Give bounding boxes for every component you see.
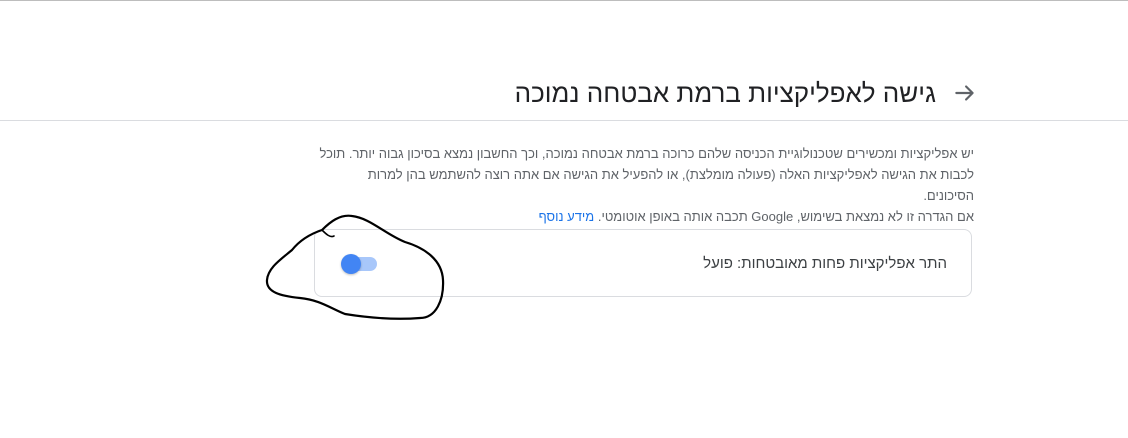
less-secure-apps-card: התר אפליקציות פחות מאובטחות: פועל [314,229,972,297]
description-line-3-text: אם הגדרה זו לא נמצאת בשימוש, Google תכבה… [597,209,974,224]
description-line-1: יש אפליקציות ומכשירים שטכנולוגיית הכניסה… [319,146,974,161]
description-line-3: אם הגדרה זו לא נמצאת בשימוש, Google תכבה… [314,206,974,227]
less-secure-apps-label: התר אפליקציות פחות מאובטחות: פועל [703,255,947,272]
learn-more-link[interactable]: מידע נוסף [539,209,595,224]
description-text: יש אפליקציות ומכשירים שטכנולוגיית הכניסה… [314,143,974,227]
arrow-right-icon[interactable] [952,80,978,106]
top-divider [0,0,1128,1]
toggle-thumb [341,254,361,274]
page-header: גישה לאפליקציות ברמת אבטחה נמוכה [0,62,1128,121]
page-title: גישה לאפליקציות ברמת אבטחה נמוכה [514,78,936,108]
less-secure-apps-toggle[interactable] [341,254,377,274]
description-line-2: לכבות את הגישה לאפליקציות האלה (פעולה מו… [367,167,974,203]
